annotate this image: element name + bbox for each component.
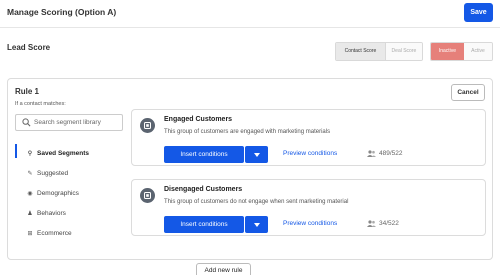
rule-card: Rule 1 If a contact matches: Cancel ⚲ Sa… (7, 78, 493, 260)
segment-nav: ⚲ Saved Segments ✎ Suggested ◉ Demograph… (15, 143, 125, 243)
location-icon: ◉ (27, 190, 33, 197)
deal-score-option[interactable]: Deal Score (384, 43, 422, 60)
search-icon (22, 118, 31, 127)
bookmark-icon: ⚲ (27, 150, 33, 157)
search-input[interactable] (34, 116, 120, 129)
person-icon: ♟ (27, 210, 33, 217)
contact-score-option[interactable]: Contact Score (336, 43, 385, 60)
score-type-toggle: Contact Score Deal Score (335, 42, 423, 61)
contact-count: 489/522 (367, 150, 403, 157)
segment-name: Disengaged Customers (164, 186, 243, 193)
segment-icon (144, 122, 151, 129)
lead-score-title: Lead Score (7, 43, 51, 52)
active-option[interactable]: Active (463, 43, 492, 60)
segment-description: This group of customers are engaged with… (164, 129, 331, 135)
nav-label: Suggested (37, 169, 69, 177)
save-button[interactable]: Save (464, 3, 493, 22)
insert-options-dropdown[interactable] (245, 216, 268, 233)
chevron-down-icon (253, 223, 260, 227)
lightbulb-icon: ✎ (27, 170, 33, 177)
add-new-rule-button[interactable]: Add new rule (196, 263, 251, 275)
top-bar: Manage Scoring (Option A) Save (0, 0, 500, 28)
nav-item-behaviors[interactable]: ♟ Behaviors (15, 203, 125, 223)
segment-card: Engaged Customers This group of customer… (131, 109, 486, 166)
segment-name: Engaged Customers (164, 116, 233, 123)
segment-avatar (140, 118, 155, 133)
nav-label: Demographics (37, 189, 79, 197)
rule-title: Rule 1 (15, 87, 40, 96)
nav-label: Behaviors (37, 209, 66, 217)
segment-avatar (140, 188, 155, 203)
chevron-down-icon (253, 153, 260, 157)
contact-count: 34/522 (367, 220, 399, 227)
insert-conditions-button[interactable]: Insert conditions (164, 216, 244, 233)
segment-icon (144, 192, 151, 199)
cart-icon: ⊞ (27, 230, 33, 237)
contacts-icon (367, 220, 376, 227)
count-value: 489/522 (379, 150, 403, 157)
nav-label: Saved Segments (37, 149, 90, 157)
rule-subtitle: If a contact matches: (15, 101, 66, 107)
nav-item-ecommerce[interactable]: ⊞ Ecommerce (15, 223, 125, 243)
page-title: Manage Scoring (Option A) (7, 7, 117, 17)
inactive-option[interactable]: Inactive (431, 43, 464, 60)
nav-item-saved-segments[interactable]: ⚲ Saved Segments (15, 143, 125, 163)
count-value: 34/522 (379, 220, 399, 227)
segment-search[interactable] (15, 114, 123, 131)
status-toggle: Inactive Active (430, 42, 493, 61)
nav-item-suggested[interactable]: ✎ Suggested (15, 163, 125, 183)
cancel-button[interactable]: Cancel (451, 84, 485, 101)
insert-options-dropdown[interactable] (245, 146, 268, 163)
preview-conditions-link[interactable]: Preview conditions (283, 220, 337, 227)
segment-description: This group of customers do not engage wh… (164, 199, 349, 205)
nav-item-demographics[interactable]: ◉ Demographics (15, 183, 125, 203)
contacts-icon (367, 150, 376, 157)
insert-conditions-button[interactable]: Insert conditions (164, 146, 244, 163)
preview-conditions-link[interactable]: Preview conditions (283, 150, 337, 157)
nav-label: Ecommerce (37, 229, 72, 237)
segment-card: Disengaged Customers This group of custo… (131, 179, 486, 236)
